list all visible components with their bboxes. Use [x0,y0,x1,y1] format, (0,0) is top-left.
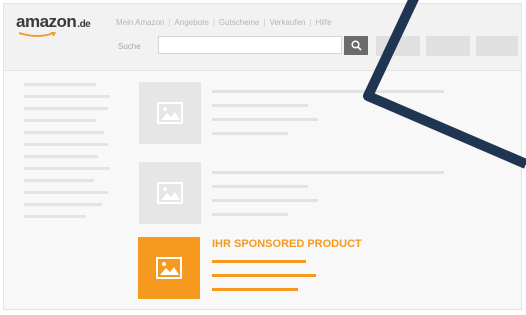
magnifier-overlay-shape [363,0,526,169]
